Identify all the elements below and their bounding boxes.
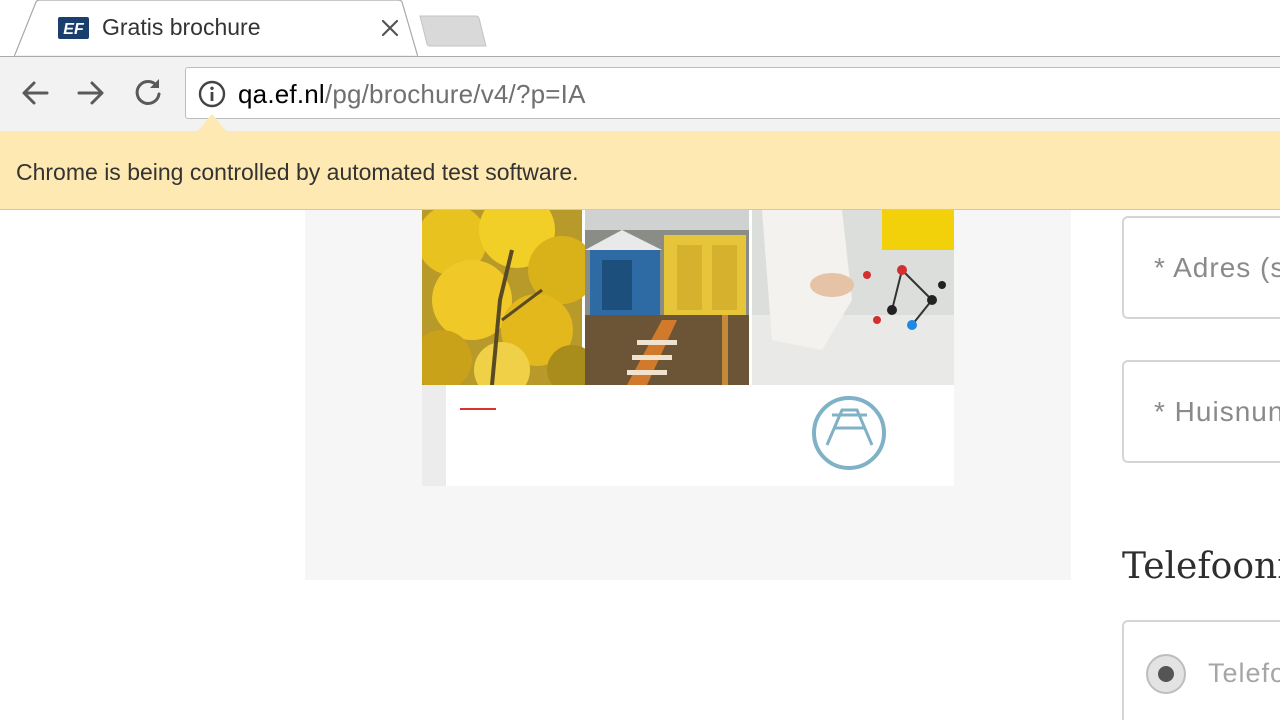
arrow-forward-icon[interactable] (73, 75, 109, 111)
housenumber-field-placeholder: * Huisnun (1154, 396, 1280, 427)
new-tab-button[interactable] (418, 14, 488, 48)
reload-icon[interactable] (130, 75, 166, 111)
tab-title: Gratis brochure (102, 14, 261, 40)
infobar-pointer (197, 114, 227, 132)
phone-radio-button[interactable] (1146, 654, 1186, 694)
phone-option-label: Telefoo (1208, 658, 1280, 688)
brochure-cover-image (422, 210, 954, 486)
phone-section-title: Telefoonn (1122, 546, 1280, 587)
address-field-placeholder: * Adres (s (1154, 252, 1280, 283)
browser-toolbar: qa.ef.nl/pg/brochure/v4/?p=IA (0, 56, 1280, 132)
address-bar[interactable]: qa.ef.nl/pg/brochure/v4/?p=IA (185, 67, 1280, 119)
ef-logo-icon: EF (58, 17, 89, 39)
url-host: qa.ef.nl (238, 79, 325, 109)
svg-text:EF: EF (63, 21, 85, 38)
url-path: /pg/brochure/v4/?p=IA (324, 79, 586, 109)
page-content: * Adres (s * Huisnun Telefoonn Telefoo (0, 210, 1280, 720)
infobar-message: Chrome is being controlled by automated … (16, 159, 579, 185)
info-icon[interactable] (198, 80, 226, 108)
address-field[interactable]: * Adres (s (1122, 216, 1280, 319)
automation-infobar: Chrome is being controlled by automated … (0, 131, 1280, 210)
close-icon[interactable] (378, 16, 402, 40)
phone-option[interactable]: Telefoo (1122, 620, 1280, 720)
arrow-back-icon[interactable] (17, 75, 53, 111)
tab-active[interactable]: EF Gratis brochure (14, 0, 418, 57)
housenumber-field[interactable]: * Huisnun (1122, 360, 1280, 463)
url-text[interactable]: qa.ef.nl/pg/brochure/v4/?p=IA (238, 79, 586, 110)
tab-strip: EF Gratis brochure (0, 0, 1280, 57)
radio-selected-dot (1158, 666, 1174, 682)
